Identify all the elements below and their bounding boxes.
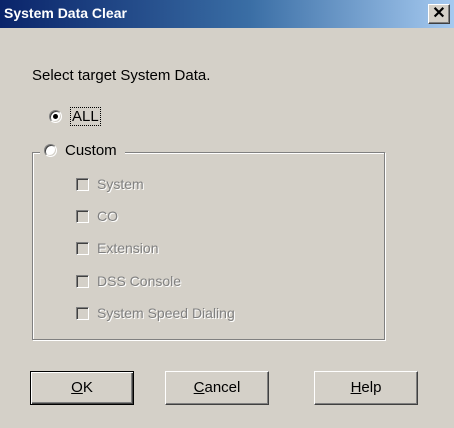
title-bar: System Data Clear ✕	[0, 0, 454, 28]
checkbox-system-label: System	[97, 176, 144, 192]
checkbox-system-speed-dialing[interactable]: System Speed Dialing	[76, 305, 235, 321]
radio-all[interactable]: ALL	[49, 107, 101, 126]
help-button[interactable]: Help	[314, 371, 418, 405]
checkbox-dss-console-box[interactable]	[76, 274, 89, 288]
ok-button[interactable]: OK	[30, 371, 134, 405]
checkbox-dss-console-label: DSS Console	[97, 273, 182, 289]
checkbox-extension[interactable]: Extension	[76, 240, 158, 256]
checkbox-system-box[interactable]	[76, 177, 89, 191]
window-title: System Data Clear	[4, 5, 127, 21]
close-icon: ✕	[432, 5, 446, 22]
system-data-clear-dialog: System Data Clear ✕ Select target System…	[0, 0, 454, 428]
checkbox-dss-console[interactable]: DSS Console	[76, 273, 181, 289]
cancel-mnemonic: C	[193, 379, 205, 396]
close-button[interactable]: ✕	[428, 4, 450, 24]
radio-all-label: ALL	[70, 107, 101, 126]
help-mnemonic: H	[350, 379, 362, 396]
checkbox-system[interactable]: System	[76, 176, 144, 192]
checkbox-extension-label: Extension	[97, 240, 159, 256]
checkbox-co-label: CO	[97, 208, 118, 224]
prompt-text: Select target System Data.	[32, 67, 211, 84]
checkbox-co[interactable]: CO	[76, 208, 118, 224]
checkbox-co-box[interactable]	[76, 209, 89, 223]
cancel-label-rest: ancel	[204, 379, 241, 396]
checkbox-system-speed-dialing-label: System Speed Dialing	[97, 305, 235, 321]
ok-label-rest: K	[82, 379, 93, 396]
radio-all-indicator[interactable]	[49, 110, 62, 123]
radio-custom-indicator[interactable]	[44, 144, 57, 157]
radio-custom[interactable]: Custom	[40, 142, 125, 159]
radio-custom-label: Custom	[65, 142, 117, 159]
ok-mnemonic: O	[71, 379, 83, 396]
checkbox-extension-box[interactable]	[76, 241, 89, 255]
help-label-rest: elp	[361, 379, 382, 396]
checkbox-system-speed-dialing-box[interactable]	[76, 306, 89, 320]
cancel-button[interactable]: Cancel	[165, 371, 269, 405]
